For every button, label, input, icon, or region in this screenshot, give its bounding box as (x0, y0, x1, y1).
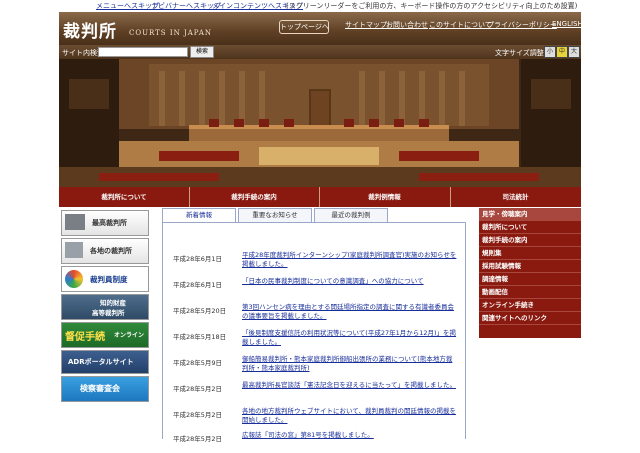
news-date: 平成28年6月1日 (173, 255, 223, 263)
news-link[interactable]: 広報誌「司法の窓」第81号を掲載しました。 (242, 431, 457, 440)
news-link[interactable]: 各地の地方裁判所ウェブサイトにおいて、裁判員裁判の開廷情報の掲載を開始しました。 (242, 407, 457, 425)
banner-adr-portal[interactable]: ADRポータルサイト (61, 350, 149, 374)
main-nav: 裁判所について 裁判手続の案内 裁判例情報 司法統計 (59, 187, 581, 207)
font-size-medium-button[interactable]: 中 (556, 46, 568, 58)
side-item-visit[interactable]: 見学・傍聴案内 (479, 208, 581, 221)
news-date: 平成28年5月20日 (173, 307, 227, 315)
font-size-small-button[interactable]: 小 (544, 46, 556, 58)
news-link[interactable]: 「後見制度支援信託の利用状況等について(平成27年1月から12月)」を掲載しまし… (242, 329, 457, 347)
english-link[interactable]: ENGLISH (552, 20, 583, 28)
banner-prosecution-review[interactable]: 検察審査会 (61, 376, 149, 402)
nav-procedures[interactable]: 裁判手続の案内 (189, 187, 320, 207)
side-item-recruitment[interactable]: 採用試験情報 (479, 260, 581, 273)
side-item-video[interactable]: 動画配信 (479, 286, 581, 299)
privacy-policy-link[interactable]: プライバシーポリシー (487, 20, 557, 30)
news-list: 平成28年6月1日 平成28年度裁判所インターンシップ(家庭裁判所調査官)実施の… (162, 222, 466, 443)
news-item: 平成28年5月18日 「後見制度支援信託の利用状況等について(平成27年1月から… (163, 327, 463, 351)
nav-case-law[interactable]: 裁判例情報 (319, 187, 451, 207)
top-page-button[interactable]: トップページへ (279, 20, 329, 34)
news-link[interactable]: 平成28年度裁判所インターンシップ(家庭裁判所調査官)実施のお知らせを掲載しまし… (242, 251, 457, 269)
news-date: 平成28年5月2日 (173, 385, 223, 393)
skip-to-menu-link[interactable]: メニューへスキップ (96, 0, 159, 12)
side-menu: 見学・傍聴案内 裁判所について 裁判手続の案内 規則集 採用試験情報 調達情報 … (479, 208, 581, 338)
news-link[interactable]: 最高裁判所長官談話「憲法記念日を迎えるに当たって」を掲載しました。 (242, 381, 457, 390)
site-logo-english: COURTS IN JAPAN (129, 29, 213, 37)
font-size-large-button[interactable]: 大 (568, 46, 580, 58)
news-date: 平成28年5月18日 (173, 333, 227, 341)
page-wrapper: 裁判所 COURTS IN JAPAN トップページへ サイトマップ お問い合わ… (59, 12, 583, 443)
tab-recent-cases[interactable]: 最近の裁判例 (314, 208, 388, 223)
news-item: 平成28年5月9日 御船簡易裁判所・熊本家庭裁判所御船出張所の業務について(熊本… (163, 353, 463, 377)
saibanin-logo-icon (65, 270, 83, 288)
side-item-about[interactable]: 裁判所について (479, 221, 581, 234)
banner-tokusoku-online[interactable]: 督促手続 オンライン (61, 322, 149, 348)
site-header: 裁判所 COURTS IN JAPAN トップページへ サイトマップ お問い合わ… (59, 12, 583, 45)
sitemap-link[interactable]: サイトマップ (345, 20, 387, 30)
skip-links-bar: メニューへスキップ ナビバナーへスキップ メインコンテンツへスキップ (スクリー… (0, 0, 640, 12)
side-item-procedures[interactable]: 裁判手続の案内 (479, 234, 581, 247)
nav-about-courts[interactable]: 裁判所について (59, 187, 190, 207)
search-bar: サイト内検索 検索 文字サイズ調整 小 中 大 (59, 45, 581, 59)
supreme-court-icon (65, 214, 85, 230)
news-date: 平成28年6月1日 (173, 281, 223, 289)
news-item: 平成28年6月1日 平成28年度裁判所インターンシップ(家庭裁判所調査官)実施の… (163, 249, 463, 273)
courtroom-illustration (59, 59, 581, 187)
search-input[interactable] (98, 47, 188, 57)
search-button[interactable]: 検索 (190, 46, 214, 58)
skip-links-note: (スクリーンリーダーをご利用の方、キーボード操作の方のアクセシビリティ向上のため… (286, 2, 578, 10)
banner-saibanin[interactable]: 裁判員制度 (61, 266, 149, 292)
contact-link[interactable]: お問い合わせ (386, 20, 428, 30)
side-item-online[interactable]: オンライン手続き (479, 299, 581, 312)
skip-to-banner-link[interactable]: ナビバナーへスキップ (151, 0, 221, 12)
site-logo[interactable]: 裁判所 (63, 17, 117, 42)
banner-local-courts[interactable]: 各地の裁判所 (61, 238, 149, 264)
banner-ip-high-court[interactable]: 知的財産 高等裁判所 (61, 294, 149, 320)
news-date: 平成28年5月2日 (173, 435, 223, 443)
nav-statistics[interactable]: 司法統計 (450, 187, 581, 207)
side-item-rules[interactable]: 規則集 (479, 247, 581, 260)
font-size-label: 文字サイズ調整 (495, 49, 544, 57)
tab-new-info[interactable]: 新着情報 (162, 208, 236, 223)
news-link[interactable]: 第3回ハンセン病を理由とする開廷場所指定の調査に関する有識者委員会の議事要旨を掲… (242, 303, 457, 321)
news-link[interactable]: 「日本の民事裁判制度についての意識調査」への協力について (242, 277, 457, 286)
banner-supreme-court[interactable]: 最高裁判所 (61, 210, 149, 236)
news-tabs: 新着情報 重要なお知らせ 最近の裁判例 (162, 208, 398, 223)
news-item: 平成28年5月20日 第3回ハンセン病を理由とする開廷場所指定の調査に関する有識… (163, 301, 463, 325)
news-item: 平成28年5月2日 各地の地方裁判所ウェブサイトにおいて、裁判員裁判の開廷情報の… (163, 405, 463, 429)
map-icon (65, 242, 83, 258)
news-item: 平成28年5月2日 最高裁判所長官談話「憲法記念日を迎えるに当たって」を掲載しま… (163, 379, 463, 403)
tab-important-notice[interactable]: 重要なお知らせ (238, 208, 312, 223)
news-item: 平成28年5月2日 広報誌「司法の窓」第81号を掲載しました。 (163, 429, 463, 453)
courtroom-hero-image (59, 59, 581, 187)
news-date: 平成28年5月2日 (173, 411, 223, 419)
side-item-procurement[interactable]: 調達情報 (479, 273, 581, 286)
about-site-link[interactable]: このサイトについて (429, 20, 492, 30)
side-item-related-links[interactable]: 関連サイトへのリンク (479, 312, 581, 325)
news-item: 平成28年6月1日 「日本の民事裁判制度についての意識調査」への協力について (163, 275, 463, 299)
news-link[interactable]: 御船簡易裁判所・熊本家庭裁判所御船出張所の業務について(熊本地方裁判所・熊本家庭… (242, 355, 457, 373)
news-date: 平成28年5月9日 (173, 359, 223, 367)
